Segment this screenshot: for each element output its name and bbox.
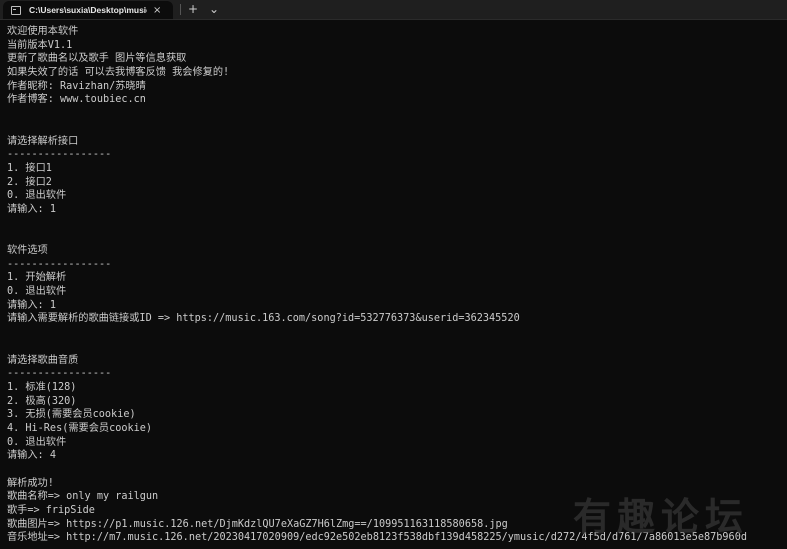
console-line: 4. Hi-Res(需要会员cookie) <box>7 422 153 434</box>
console-line: 请输入: 1 <box>7 203 56 215</box>
console-line: 作者博客: www.toubiec.cn <box>7 94 146 106</box>
console-line: 歌手=> fripSide <box>7 505 95 517</box>
console-line: 欢迎使用本软件 <box>7 26 79 37</box>
console-line: 歌曲名称=> only my railgun <box>7 491 159 503</box>
console-line: 1. 接口1 <box>7 162 52 174</box>
console-line: 音乐地址=> http://m7.music.126.net/202304170… <box>7 532 747 544</box>
console-line: 0. 退出软件 <box>7 286 67 298</box>
console-line: 歌曲图片=> https://p1.music.126.net/DjmKdzlQ… <box>7 518 508 530</box>
terminal-icon <box>11 5 21 15</box>
console-line: 请选择解析接口 <box>7 135 79 147</box>
tab-dropdown-button[interactable]: ⌄ <box>206 1 222 17</box>
terminal-tab[interactable]: C:\Users\suxia\Desktop\music × <box>3 1 173 19</box>
console-line: 更新了歌曲名以及歌手 图片等信息获取 <box>7 53 187 65</box>
tab-title: C:\Users\suxia\Desktop\music <box>29 5 147 15</box>
console-line: 如果失效了的话 可以去我博客反馈 我会修复的! <box>7 67 230 79</box>
terminal-tab-bar: C:\Users\suxia\Desktop\music × + ⌄ <box>0 0 787 20</box>
console-line: 0. 退出软件 <box>7 190 67 202</box>
console-line: 软件选项 <box>7 245 48 256</box>
console-line: 请输入: 4 <box>7 450 56 462</box>
new-tab-button[interactable]: + <box>185 1 201 17</box>
console-line: 1. 开始解析 <box>7 272 67 284</box>
console-line: 2. 极高(320) <box>7 395 77 407</box>
console-line: 解析成功! <box>7 477 54 489</box>
console-line: ----------------- <box>7 258 112 270</box>
console-line: 0. 退出软件 <box>7 436 67 448</box>
close-tab-icon[interactable]: × <box>153 5 161 16</box>
console-line: 请输入: 1 <box>7 299 56 311</box>
tab-divider <box>180 4 181 15</box>
console-line: 1. 标准(128) <box>7 381 77 393</box>
console-line: ----------------- <box>7 149 112 161</box>
console-line: 请选择歌曲音质 <box>7 354 79 366</box>
console-line: ----------------- <box>7 368 112 380</box>
console-output[interactable]: 欢迎使用本软件 当前版本V1.1 更新了歌曲名以及歌手 图片等信息获取如果失效了的话… <box>7 25 787 545</box>
console-line: 3. 无损(需要会员cookie) <box>7 409 136 421</box>
console-line: 请输入需要解析的歌曲链接或ID => https://music.163.com… <box>7 313 520 325</box>
console-line: 作者昵称: Ravizhan/苏晓晴 <box>7 80 146 92</box>
console-line: 2. 接口2 <box>7 176 52 188</box>
console-line: 当前版本V1.1 <box>7 39 73 51</box>
